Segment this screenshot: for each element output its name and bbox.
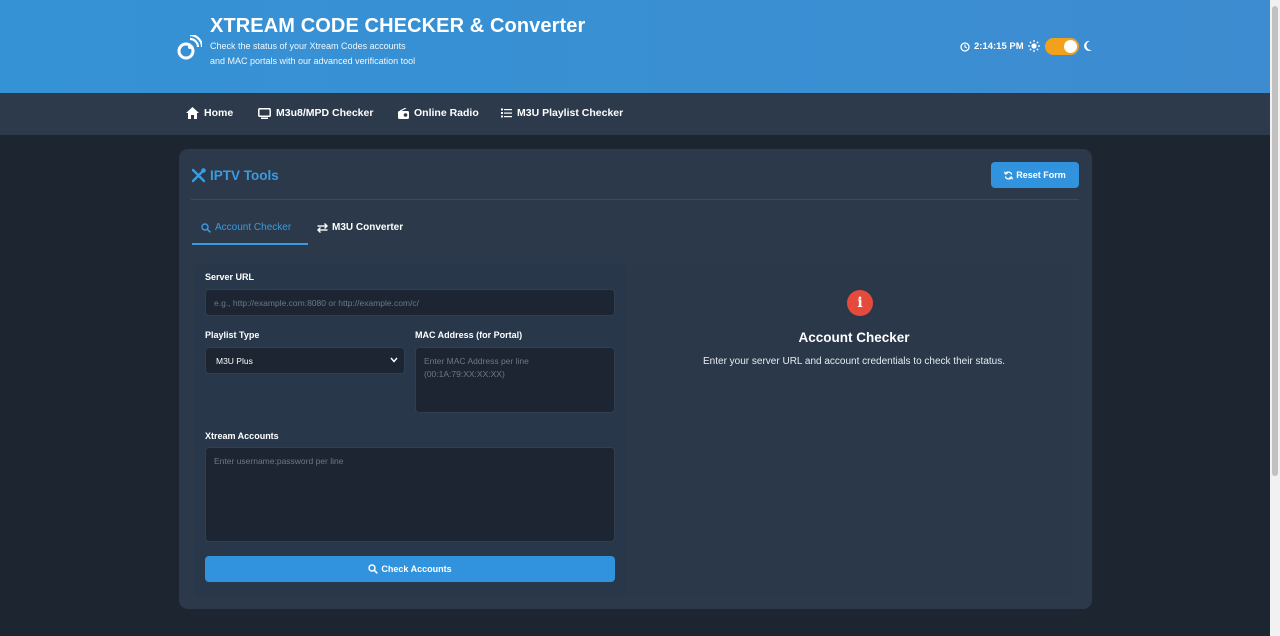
tab-account-checker-label: Account Checker (215, 222, 292, 233)
app-header: XTREAM CODE CHECKER & Converter Check th… (0, 0, 1270, 93)
nav-home-label: Home (204, 107, 234, 119)
tab-m3u-converter-label: M3U Converter (332, 222, 404, 233)
nav-home[interactable]: Home (186, 107, 233, 119)
page-scrollbar[interactable] (1270, 0, 1280, 636)
main-nav: Home M3u8/MPD Checker Online Radio M3U P… (0, 93, 1270, 135)
account-form: Server URL Playlist Type M3U Plus MAC Ad… (193, 264, 627, 597)
tv-icon (258, 107, 271, 119)
nav-playlist-label: M3U Playlist Checker (517, 107, 624, 119)
tab-account-checker[interactable]: Account Checker (201, 222, 291, 233)
exchange-icon (317, 222, 328, 233)
nav-m3u8-checker[interactable]: M3u8/MPD Checker (258, 107, 373, 119)
search-icon (368, 564, 379, 574)
playlist-type-label: Playlist Type (205, 330, 260, 340)
card-divider (191, 199, 1079, 200)
playlist-type-select[interactable]: M3U Plus (205, 347, 405, 374)
list-icon (501, 108, 512, 118)
sun-icon (1028, 40, 1040, 52)
card-title: IPTV Tools (191, 168, 279, 183)
nav-playlist-checker[interactable]: M3U Playlist Checker (501, 107, 623, 119)
result-panel: i Account Checker Enter your server URL … (629, 264, 1079, 597)
toggle-knob (1064, 40, 1077, 53)
active-tab-indicator (192, 243, 308, 245)
mac-address-input[interactable] (415, 347, 615, 413)
xtream-accounts-input[interactable] (205, 447, 615, 542)
satellite-dish-icon (177, 35, 202, 60)
nav-online-radio[interactable]: Online Radio (398, 107, 479, 119)
home-icon (186, 107, 199, 119)
app-title: XTREAM CODE CHECKER & Converter (210, 15, 586, 37)
mac-address-label: MAC Address (for Portal) (415, 330, 523, 340)
radio-icon (398, 107, 409, 119)
check-accounts-button[interactable]: Check Accounts (205, 556, 615, 582)
reset-form-button[interactable]: Reset Form (991, 162, 1079, 188)
server-url-label: Server URL (205, 272, 255, 282)
scrollbar-thumb[interactable] (1272, 6, 1278, 476)
nav-m3u8-label: M3u8/MPD Checker (276, 107, 374, 119)
clock: 2:14:15 PM (960, 41, 1024, 52)
refresh-icon (1004, 170, 1014, 180)
theme-toggle[interactable] (1045, 38, 1079, 55)
info-icon: i (847, 290, 873, 316)
tools-card: IPTV Tools Reset Form Account Checker M3… (179, 149, 1092, 609)
app-subtitle: Check the status of your Xtream Codes ac… (210, 41, 416, 66)
xtream-accounts-label: Xtream Accounts (205, 431, 279, 441)
result-title: Account Checker (798, 330, 910, 345)
clock-time: 2:14:15 PM (974, 41, 1024, 52)
moon-icon (1084, 40, 1092, 51)
playlist-type-value: M3U Plus (216, 355, 253, 366)
card-title-text: IPTV Tools (210, 168, 279, 183)
search-icon (201, 222, 211, 233)
tab-m3u-converter[interactable]: M3U Converter (317, 222, 403, 233)
chevron-down-icon (390, 357, 398, 363)
check-accounts-label: Check Accounts (381, 564, 452, 574)
server-url-input[interactable] (205, 289, 615, 316)
result-description: Enter your server URL and account creden… (703, 356, 1005, 367)
clock-icon (960, 41, 970, 52)
tools-icon (191, 168, 206, 183)
nav-radio-label: Online Radio (414, 107, 479, 119)
reset-form-label: Reset Form (1016, 170, 1066, 180)
